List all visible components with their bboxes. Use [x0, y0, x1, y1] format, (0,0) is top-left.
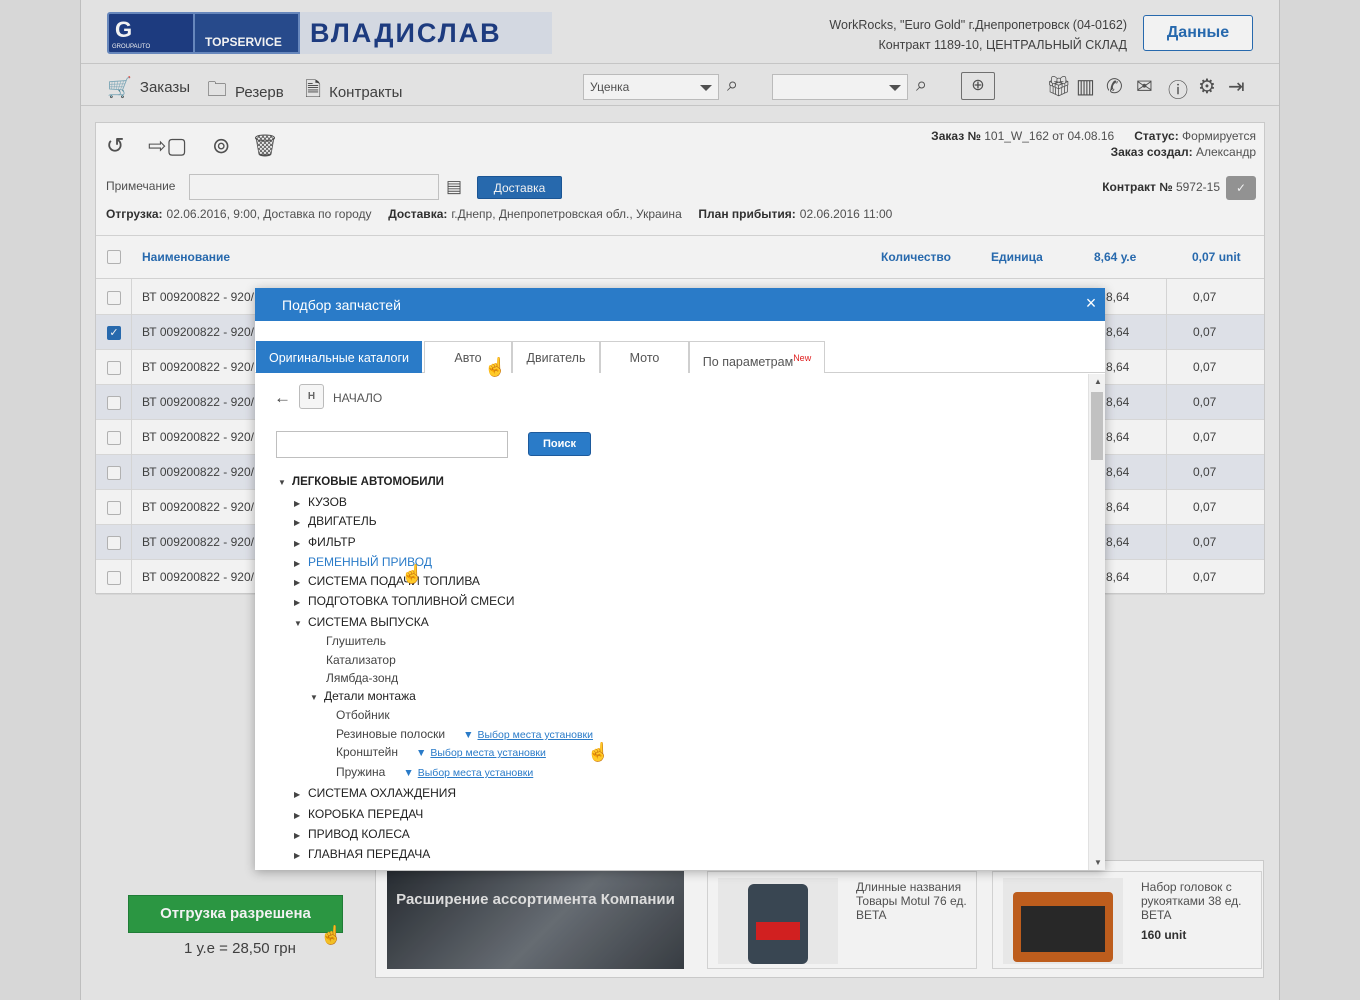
tree-node-spring[interactable]: Пружина ▼ Выбор места установки — [336, 765, 533, 779]
filter-icon: ▼ — [415, 747, 427, 759]
triangle-right-icon: ▶ — [294, 518, 301, 527]
tree-node-muffler[interactable]: Глушитель — [326, 634, 386, 648]
dialog-body: ← H НАЧАЛО Поиск ▼ ЛЕГКОВЫЕ АВТОМОБИЛИ ▶ К… — [255, 374, 1088, 870]
triangle-right-icon: ▶ — [294, 790, 301, 799]
pointer-cursor-icon: ☝ — [587, 742, 610, 762]
filter-icon: ▼ — [463, 729, 474, 741]
tree-node-cars[interactable]: ▼ ЛЕГКОВЫЕ АВТОМОБИЛИ — [278, 476, 444, 488]
triangle-down-icon: ▼ — [310, 693, 318, 702]
pointer-cursor-icon: ☝ — [401, 564, 424, 584]
triangle-right-icon: ▶ — [294, 539, 301, 548]
breadcrumb[interactable]: НАЧАЛО — [333, 391, 382, 405]
tree-node-bumper[interactable]: Отбойник — [336, 708, 390, 722]
tab-bar: Оригинальные каталоги Авто Двигатель Мот… — [255, 341, 1105, 373]
close-icon[interactable]: × — [1083, 294, 1099, 312]
back-arrow-icon[interactable]: ← — [274, 388, 291, 408]
filter-icon: ▼ — [403, 767, 414, 779]
location-filter-link[interactable]: ▼ Выбор места установки — [416, 747, 546, 759]
tab-engine[interactable]: Двигатель — [512, 341, 600, 373]
triangle-right-icon: ▶ — [294, 559, 301, 568]
triangle-right-icon: ▶ — [294, 578, 301, 587]
brand-logo-icon: H — [299, 384, 324, 409]
tree-node-bracket[interactable]: Кронштейн ▼ Выбор места установки — [336, 745, 546, 759]
tree-node-cooling[interactable]: ▶ СИСТЕМА ОХЛАЖДЕНИЯ — [294, 786, 456, 800]
scroll-thumb[interactable] — [1091, 392, 1103, 460]
tree-node-rubber-strips[interactable]: Резиновые полоски ▼ Выбор места установки — [336, 727, 593, 741]
dialog-header: Подбор запчастей × — [255, 288, 1105, 321]
tree-node-lambda[interactable]: Лямбда-зонд — [326, 671, 398, 685]
triangle-right-icon: ▶ — [294, 811, 301, 820]
tree-node-final-drive[interactable]: ▶ ГЛАВНАЯ ПЕРЕДАЧА — [294, 847, 430, 861]
tree-node-filter[interactable]: ▶ ФИЛЬТР — [294, 535, 356, 549]
search-button[interactable]: Поиск — [528, 432, 591, 456]
triangle-right-icon: ▶ — [294, 499, 301, 508]
location-filter-link[interactable]: ▼ Выбор места установки — [463, 729, 593, 741]
location-filter-link[interactable]: ▼ Выбор места установки — [403, 767, 533, 779]
tree-node-gearbox[interactable]: ▶ КОРОБКА ПЕРЕДАЧ — [294, 807, 423, 821]
scroll-up-icon[interactable]: ▲ — [1094, 377, 1102, 386]
dialog-title: Подбор запчастей — [282, 297, 401, 313]
parts-selection-dialog: Подбор запчастей × Оригинальные каталоги… — [255, 288, 1105, 870]
triangle-down-icon: ▼ — [278, 478, 286, 487]
scroll-down-icon[interactable]: ▼ — [1094, 858, 1102, 867]
tab-by-parameters[interactable]: По параметрамNew — [689, 341, 825, 373]
scrollbar[interactable]: ▲ ▼ — [1088, 374, 1105, 870]
new-badge: New — [793, 353, 812, 363]
triangle-right-icon: ▶ — [294, 598, 301, 607]
tab-moto[interactable]: Мото — [600, 341, 689, 373]
triangle-right-icon: ▶ — [294, 831, 301, 840]
triangle-down-icon: ▼ — [294, 619, 302, 628]
tree-node-mounting[interactable]: ▼ Детали монтажа — [310, 689, 416, 703]
tree-node-wheel-drive[interactable]: ▶ ПРИВОД КОЛЕСА — [294, 827, 410, 841]
tab-original-catalogs[interactable]: Оригинальные каталоги — [256, 341, 422, 373]
tree-node-engine[interactable]: ▶ ДВИГАТЕЛЬ — [294, 514, 377, 528]
tree-node-body[interactable]: ▶ КУЗОВ — [294, 495, 347, 509]
tree-node-fuel-mixture[interactable]: ▶ ПОДГОТОВКА ТОПЛИВНОЙ СМЕСИ — [294, 594, 514, 608]
tree-node-catalyst[interactable]: Катализатор — [326, 653, 396, 667]
tree-node-fuel-supply[interactable]: ▶ СИСТЕМА ПОДАЧИ ТОПЛИВА — [294, 574, 480, 588]
triangle-right-icon: ▶ — [294, 851, 301, 860]
tree-node-exhaust[interactable]: ▼ СИСТЕМА ВЫПУСКА — [294, 615, 429, 629]
catalog-search-input[interactable] — [276, 431, 508, 458]
